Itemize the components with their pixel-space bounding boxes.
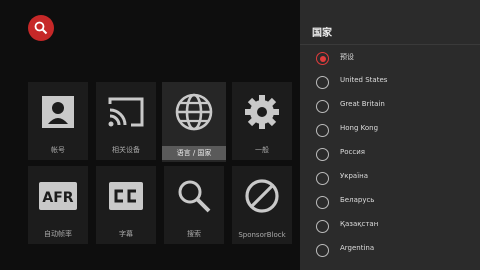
block-icon	[245, 179, 279, 213]
cast-icon	[108, 97, 144, 127]
tile-label: 自动帧率	[44, 230, 72, 238]
option-united-states[interactable]: United States	[300, 71, 480, 95]
option-label: 预设	[340, 53, 354, 61]
option-label: Argentina	[340, 244, 375, 252]
globe-icon	[175, 93, 213, 131]
option-great-britain[interactable]: Great Britain	[300, 95, 480, 119]
option-label: Беларусь	[340, 196, 375, 204]
option-label: Россия	[340, 148, 365, 156]
option-label: United States	[340, 76, 388, 84]
radio[interactable]	[316, 100, 329, 113]
option-belarus[interactable]: Беларусь	[300, 191, 480, 215]
tile-general[interactable]: 一般	[232, 82, 292, 160]
radio[interactable]	[316, 76, 329, 89]
option-hong-kong[interactable]: Hong Kong	[300, 119, 480, 143]
country-panel: 国家 预设 United States Great Britain Hong K…	[300, 0, 480, 270]
svg-text:AFR: AFR	[42, 190, 73, 206]
radio[interactable]	[316, 124, 329, 137]
tile-subtitles[interactable]: 字幕	[96, 166, 156, 244]
option-default[interactable]: 预设	[300, 47, 480, 71]
tile-label: 语言 / 国家	[162, 146, 226, 160]
afr-icon: AFR	[39, 182, 77, 210]
tile-label: 相关设备	[112, 146, 140, 154]
radio[interactable]	[316, 196, 329, 209]
tile-linked-devices[interactable]: 相关设备	[96, 82, 156, 160]
tile-account[interactable]: 帐号	[28, 82, 88, 160]
account-icon	[42, 96, 74, 128]
tile-auto-frame-rate[interactable]: AFR 自动帧率	[28, 166, 88, 244]
tile-label: 搜索	[187, 230, 201, 238]
option-kazakhstan[interactable]: Қазақстан	[300, 215, 480, 239]
option-label: Great Britain	[340, 100, 385, 108]
option-label: Hong Kong	[340, 124, 379, 132]
option-ukraine[interactable]: Україна	[300, 167, 480, 191]
cc-icon	[109, 182, 143, 210]
option-argentina[interactable]: Argentina	[300, 239, 480, 263]
divider	[300, 44, 480, 45]
radio[interactable]	[316, 148, 329, 161]
gear-icon	[245, 95, 279, 129]
tile-search[interactable]: 搜索	[164, 166, 224, 244]
search-icon	[178, 180, 211, 213]
option-label: Қазақстан	[340, 220, 379, 228]
settings-grid: 帐号 相关设备 语言 / 国家 一般 AFR 自动帧率 字幕 搜索 Sponso…	[0, 0, 300, 270]
radio-selected[interactable]	[316, 52, 329, 65]
tile-label: 一般	[255, 146, 269, 154]
panel-title: 国家	[312, 28, 332, 39]
tile-language-country[interactable]: 语言 / 国家	[162, 82, 226, 162]
radio[interactable]	[316, 172, 329, 185]
option-russia[interactable]: Россия	[300, 143, 480, 167]
tile-sponsorblock[interactable]: SponsorBlock	[232, 166, 292, 244]
tile-label: SponsorBlock	[238, 231, 286, 239]
radio[interactable]	[316, 220, 329, 233]
tile-label: 帐号	[51, 146, 65, 154]
option-label: Україна	[340, 172, 369, 180]
radio[interactable]	[316, 244, 329, 257]
tile-label: 字幕	[119, 230, 133, 238]
